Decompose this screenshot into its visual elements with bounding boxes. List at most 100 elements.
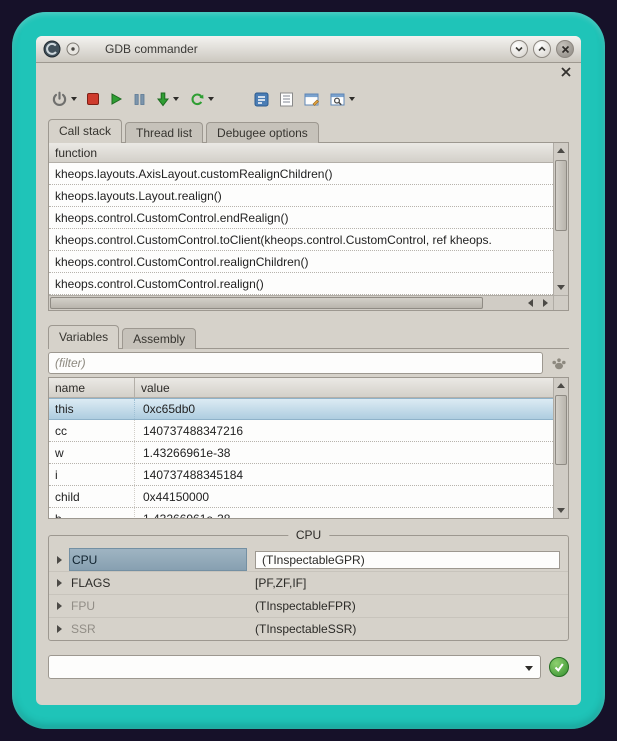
cpu-row[interactable]: FLAGS [PF,ZF,IF] bbox=[49, 571, 568, 594]
maximize-button[interactable] bbox=[533, 40, 551, 58]
call-stack-header[interactable]: function bbox=[49, 143, 553, 163]
variables-header[interactable]: name value bbox=[49, 378, 553, 398]
call-stack-row[interactable]: kheops.control.CustomControl.endRealign(… bbox=[49, 207, 553, 229]
scrollbar-thumb[interactable] bbox=[50, 297, 483, 309]
tab-assembly[interactable]: Assembly bbox=[122, 328, 196, 349]
messages-button[interactable] bbox=[251, 86, 272, 112]
variable-name: child bbox=[49, 486, 135, 507]
cpu-row[interactable]: SSR (TInspectableSSR) bbox=[49, 617, 568, 640]
decorative-frame: GDB commander bbox=[12, 12, 605, 729]
variable-name: cc bbox=[49, 420, 135, 441]
scrollbar-track[interactable] bbox=[483, 296, 523, 310]
scrollbar-thumb[interactable] bbox=[555, 395, 567, 465]
scroll-up-button[interactable] bbox=[554, 143, 568, 158]
variable-row[interactable]: i 140737488345184 bbox=[49, 464, 553, 486]
variables-tabbar: Variables Assembly bbox=[48, 325, 569, 349]
call-stack-tabbar: Call stack Thread list Debugee options bbox=[48, 119, 569, 143]
tab-debugee-options[interactable]: Debugee options bbox=[206, 122, 319, 143]
filter-input[interactable] bbox=[48, 352, 543, 374]
titlebar[interactable]: GDB commander bbox=[36, 36, 581, 63]
app-icon bbox=[43, 40, 61, 58]
close-icon bbox=[561, 45, 570, 54]
continue-button[interactable] bbox=[186, 86, 217, 112]
register-group-name: FLAGS bbox=[69, 572, 247, 594]
arrow-left-icon bbox=[528, 299, 533, 307]
variable-value: 1.43266961e-38 bbox=[135, 508, 553, 518]
filter-options-icon[interactable] bbox=[549, 353, 569, 373]
column-name[interactable]: name bbox=[49, 378, 135, 397]
cpu-row[interactable]: FPU (TInspectableFPR) bbox=[49, 594, 568, 617]
chevron-down-icon bbox=[514, 44, 524, 54]
step-button[interactable] bbox=[153, 86, 182, 112]
expander-icon[interactable] bbox=[49, 602, 69, 610]
tab-call-stack[interactable]: Call stack bbox=[48, 119, 122, 143]
variables-table: name value this 0xc65db0 cc 140737488347… bbox=[48, 377, 569, 519]
call-stack-row[interactable]: kheops.control.CustomControl.realign() bbox=[49, 273, 553, 295]
variable-row[interactable]: cc 140737488347216 bbox=[49, 420, 553, 442]
register-value-field[interactable]: (TInspectableGPR) bbox=[255, 551, 560, 569]
scrollbar-track[interactable] bbox=[554, 158, 568, 280]
scroll-up-button[interactable] bbox=[554, 378, 568, 393]
arrow-right-icon bbox=[543, 299, 548, 307]
dropdown-arrow-icon bbox=[71, 97, 77, 101]
filter-row bbox=[48, 349, 569, 377]
variable-row[interactable]: w 1.43266961e-38 bbox=[49, 442, 553, 464]
call-stack-row[interactable]: kheops.layouts.Layout.realign() bbox=[49, 185, 553, 207]
run-button[interactable] bbox=[106, 86, 126, 112]
expander-icon[interactable] bbox=[49, 625, 69, 633]
pause-button[interactable] bbox=[130, 86, 149, 112]
tab-variables[interactable]: Variables bbox=[48, 325, 119, 349]
call-stack-horizontal-scrollbar[interactable] bbox=[49, 295, 553, 310]
scrollbar-corner bbox=[553, 295, 568, 310]
cpu-groupbox: CPU CPU (TInspectableGPR) FLAGS [PF,ZF,I… bbox=[48, 535, 569, 641]
variable-name: b bbox=[49, 508, 135, 518]
stop-button[interactable] bbox=[84, 86, 102, 112]
close-button[interactable] bbox=[556, 40, 574, 58]
variable-row[interactable]: child 0x44150000 bbox=[49, 486, 553, 508]
scroll-down-button[interactable] bbox=[554, 503, 568, 518]
frame-text: kheops.control.CustomControl.toClient(kh… bbox=[55, 233, 492, 247]
arrow-down-icon bbox=[557, 285, 565, 290]
help-icon[interactable] bbox=[66, 42, 80, 56]
variable-row[interactable]: b 1.43266961e-38 bbox=[49, 508, 553, 518]
tab-thread-list[interactable]: Thread list bbox=[125, 122, 203, 143]
expander-icon[interactable] bbox=[49, 579, 69, 587]
variables-vertical-scrollbar[interactable] bbox=[553, 378, 568, 518]
variable-value: 0xc65db0 bbox=[135, 399, 553, 419]
scrollbar-thumb[interactable] bbox=[555, 160, 567, 231]
call-stack-row[interactable]: kheops.control.CustomControl.realignChil… bbox=[49, 251, 553, 273]
list-icon bbox=[279, 92, 294, 107]
power-button[interactable] bbox=[48, 86, 80, 112]
variable-value: 140737488347216 bbox=[135, 420, 553, 441]
column-value[interactable]: value bbox=[135, 381, 170, 395]
command-combobox[interactable] bbox=[48, 655, 541, 679]
list-button[interactable] bbox=[276, 86, 297, 112]
variable-row[interactable]: this 0xc65db0 bbox=[49, 398, 553, 420]
editor-button[interactable] bbox=[301, 86, 323, 112]
variable-name: this bbox=[49, 399, 135, 419]
minimize-button[interactable] bbox=[510, 40, 528, 58]
variables-panel: Variables Assembly name value bbox=[48, 325, 569, 519]
dock-close-icon[interactable] bbox=[560, 66, 572, 78]
scrollbar-track[interactable] bbox=[554, 393, 568, 503]
scroll-left-button[interactable] bbox=[523, 296, 538, 310]
chevron-down-icon[interactable] bbox=[525, 666, 533, 671]
arrow-up-icon bbox=[557, 148, 565, 153]
register-group-name: SSR bbox=[69, 618, 247, 640]
scroll-down-button[interactable] bbox=[554, 280, 568, 295]
cpu-row[interactable]: CPU (TInspectableGPR) bbox=[49, 548, 568, 571]
call-stack-rows: kheops.layouts.AxisLayout.customRealignC… bbox=[49, 163, 553, 295]
confirm-button[interactable] bbox=[549, 657, 569, 677]
register-group-name: CPU bbox=[69, 548, 247, 571]
dropdown-arrow-icon bbox=[349, 97, 355, 101]
call-stack-row[interactable]: kheops.layouts.AxisLayout.customRealignC… bbox=[49, 163, 553, 185]
check-icon bbox=[553, 661, 565, 673]
expander-icon[interactable] bbox=[49, 556, 69, 564]
scroll-right-button[interactable] bbox=[538, 296, 553, 310]
variable-name: w bbox=[49, 442, 135, 463]
messages-icon bbox=[254, 92, 269, 107]
call-stack-vertical-scrollbar[interactable] bbox=[553, 143, 568, 295]
watch-button[interactable] bbox=[327, 86, 358, 112]
call-stack-row[interactable]: kheops.control.CustomControl.toClient(kh… bbox=[49, 229, 553, 251]
dropdown-arrow-icon bbox=[208, 97, 214, 101]
